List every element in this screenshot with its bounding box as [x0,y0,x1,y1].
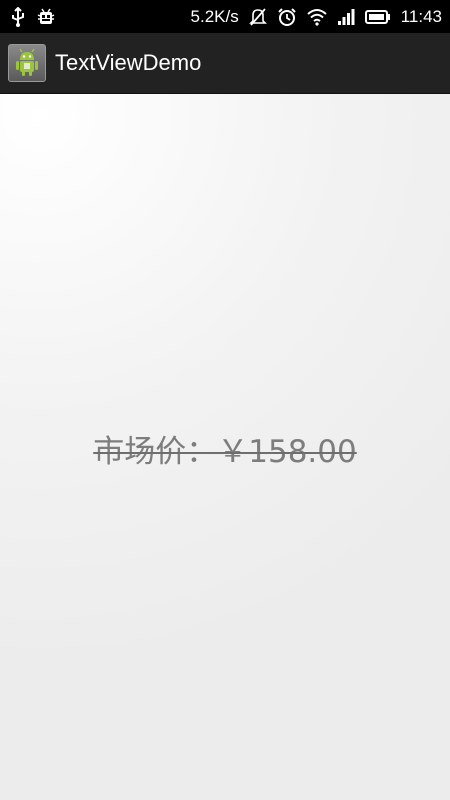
market-price-text: 市场价：￥158.00 [93,434,357,470]
signal-icon [337,8,355,26]
app-title: TextViewDemo [55,50,202,75]
alarm-icon [277,7,297,27]
status-bar-left [10,6,56,27]
usb-icon [10,6,26,27]
battery-icon [364,9,391,25]
mute-icon [248,7,267,27]
debug-icon [36,7,56,27]
network-speed: 5.2K/s [190,6,239,26]
status-bar-right: 5.2K/s 11:43 [191,7,442,27]
status-bar: 5.2K/s 11:43 [0,0,450,33]
content-area: 市场价：￥158.00 [0,94,450,800]
android-app-icon[interactable] [8,44,46,82]
action-bar: TextViewDemo [0,33,450,94]
clock: 11:43 [400,6,442,26]
wifi-icon [307,8,327,26]
